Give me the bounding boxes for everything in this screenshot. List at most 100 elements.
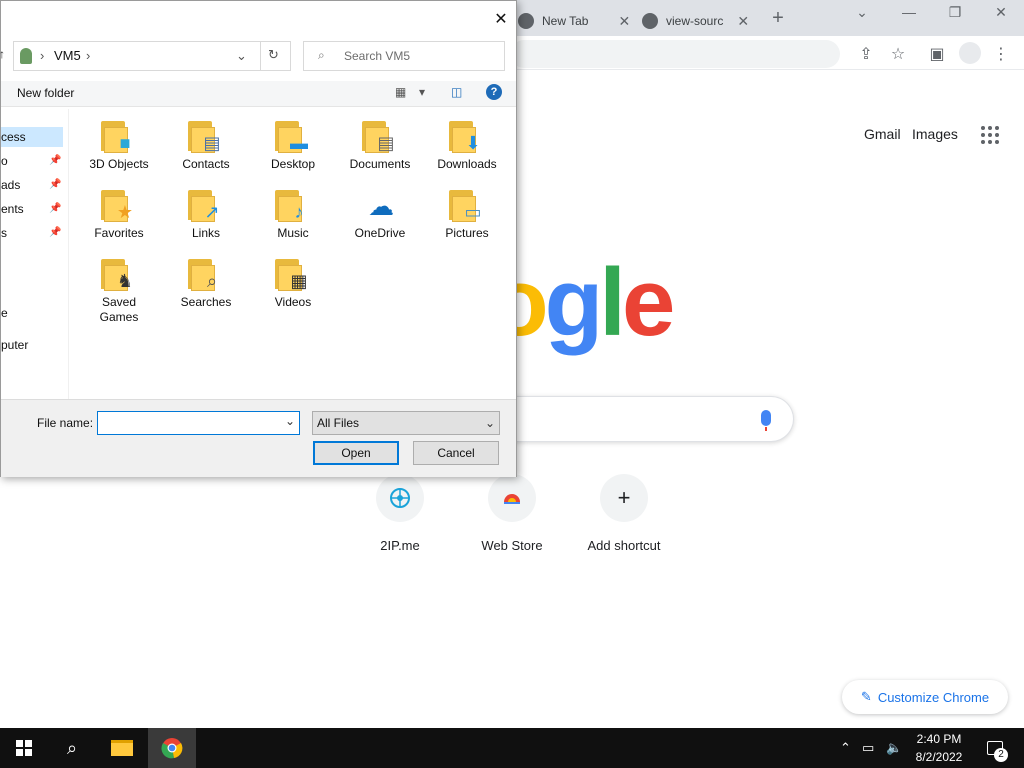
help-icon[interactable]: ? xyxy=(486,84,502,100)
gmail-link[interactable]: Gmail xyxy=(864,126,901,142)
folder-documents[interactable]: ▤ Documents xyxy=(336,113,424,171)
chrome-taskbar-icon[interactable] xyxy=(148,728,196,768)
dialog-footer: File name: ⌄ All Files ⌄ Open Cancel xyxy=(1,399,516,477)
shortcut-add[interactable]: + Add shortcut xyxy=(574,474,674,553)
search-icon[interactable]: ⌕ xyxy=(48,728,96,768)
tab-view-source[interactable]: view-sourc ✕ xyxy=(642,6,749,36)
folder-music[interactable]: ♪ Music xyxy=(249,182,337,240)
user-folder-icon xyxy=(20,48,32,64)
chevron-down-icon[interactable]: ⌄ xyxy=(236,48,247,64)
downloads-folder-icon: ⬇ xyxy=(449,119,485,153)
folder-pictures[interactable]: ▭ Pictures xyxy=(423,182,511,240)
chevron-right-icon: › xyxy=(40,48,45,63)
google-search-box[interactable] xyxy=(490,396,794,442)
view-options-icon[interactable]: ▦ xyxy=(395,85,406,99)
chevron-down-icon[interactable]: ▾ xyxy=(419,85,425,99)
tab-title: view-sourc xyxy=(666,14,724,28)
shortcut-label: Web Store xyxy=(481,538,543,553)
shortcut-web-store[interactable]: Web Store xyxy=(462,474,562,553)
pictures-folder-icon: ▭ xyxy=(449,188,485,222)
dialog-close-button[interactable]: ✕ xyxy=(491,9,511,29)
refresh-icon[interactable]: ↻ xyxy=(268,47,279,63)
nav-desktop[interactable]: o 📌 xyxy=(1,151,63,171)
profile-avatar[interactable] xyxy=(959,42,981,64)
desktop-folder-icon: ▬ xyxy=(275,119,311,153)
tab-new-tab[interactable]: New Tab ✕ xyxy=(518,6,630,36)
share-icon[interactable]: ⇪ xyxy=(856,44,876,64)
globe-icon xyxy=(376,474,424,522)
bookmark-star-icon[interactable]: ☆ xyxy=(888,44,908,64)
folder-desktop[interactable]: ▬ Desktop xyxy=(249,113,337,171)
close-icon[interactable]: ✕ xyxy=(737,13,749,30)
close-window-button[interactable]: ✕ xyxy=(989,4,1013,21)
search-box[interactable]: ⌕ Search VM5 xyxy=(303,41,505,71)
address-bar[interactable] xyxy=(510,40,840,68)
cancel-button[interactable]: Cancel xyxy=(413,441,499,465)
folder-searches[interactable]: ⌕ Searches xyxy=(162,251,250,309)
navigation-pane: cess o 📌 ads 📌 ents 📌 s 📌 e puter xyxy=(1,109,69,399)
file-name-label: File name: xyxy=(37,416,94,430)
documents-folder-icon: ▤ xyxy=(362,119,398,153)
folder-downloads[interactable]: ⬇ Downloads xyxy=(423,113,511,171)
onedrive-cloud-icon: ☁ xyxy=(368,191,394,221)
pin-icon: 📌 xyxy=(49,227,62,238)
file-name-input[interactable]: ⌄ xyxy=(97,411,300,435)
nav-onedrive[interactable]: e xyxy=(1,303,63,323)
start-windows-icon[interactable] xyxy=(0,728,48,768)
folder-videos[interactable]: ▦ Videos xyxy=(249,251,337,309)
nav-documents[interactable]: ents 📌 xyxy=(1,199,63,219)
pencil-icon: ✎ xyxy=(860,689,872,704)
images-link[interactable]: Images xyxy=(912,126,958,142)
preview-pane-icon[interactable]: ◫ xyxy=(451,85,462,99)
nav-this-pc[interactable]: puter xyxy=(1,335,63,355)
search-placeholder: Search VM5 xyxy=(344,49,411,63)
google-logo: ogle xyxy=(490,249,675,356)
taskbar: ⌕ ⌃ ▭ 🔈 2:40 PM 8/2/2022 2 xyxy=(0,728,1024,768)
folder-links[interactable]: ↗ Links xyxy=(162,182,250,240)
chrome-icon xyxy=(642,13,658,29)
chevron-down-icon[interactable]: ⌄ xyxy=(285,414,295,428)
volume-icon[interactable]: 🔈 xyxy=(886,740,902,756)
folder-3d-objects[interactable]: ■ 3D Objects xyxy=(75,113,163,171)
plus-icon: + xyxy=(600,474,648,522)
file-type-filter[interactable]: All Files ⌄ xyxy=(312,411,500,435)
shortcut-label: Add shortcut xyxy=(587,538,661,553)
minimize-button[interactable]: — xyxy=(897,4,921,20)
chevron-up-icon[interactable]: ⌃ xyxy=(840,740,851,756)
folder-onedrive[interactable]: ☁ OneDrive xyxy=(336,182,424,240)
tab-search-icon[interactable]: ⌄ xyxy=(850,4,874,21)
chevron-right-icon: › xyxy=(86,48,91,63)
command-bar: New folder ▦ ▾ ◫ ? xyxy=(1,81,516,107)
searches-folder-icon: ⌕ xyxy=(188,257,224,291)
nav-downloads[interactable]: ads 📌 xyxy=(1,175,63,195)
file-explorer-icon[interactable] xyxy=(98,728,146,768)
pin-icon: 📌 xyxy=(49,179,62,190)
videos-folder-icon: ▦ xyxy=(275,257,311,291)
network-icon[interactable]: ▭ xyxy=(862,740,874,756)
customize-chrome-button[interactable]: ✎ Customize Chrome xyxy=(842,680,1008,714)
nav-pictures[interactable]: s 📌 xyxy=(1,223,63,243)
folder-saved-games[interactable]: ♞ Saved Games xyxy=(75,251,163,325)
address-breadcrumb[interactable]: › VM5 › ⌄ ↻ xyxy=(13,41,291,71)
shortcut-2ip[interactable]: 2IP.me xyxy=(350,474,450,553)
open-button[interactable]: Open xyxy=(313,441,399,465)
notification-center-icon[interactable]: 2 xyxy=(980,728,1010,768)
apps-grid-icon[interactable] xyxy=(981,126,999,144)
folder-contacts[interactable]: ▤ Contacts xyxy=(162,113,250,171)
chevron-down-icon[interactable]: ⌄ xyxy=(485,412,495,434)
side-panel-icon[interactable]: ▣ xyxy=(927,44,947,64)
3d-objects-folder-icon: ■ xyxy=(101,119,137,153)
links-folder-icon: ↗ xyxy=(188,188,224,222)
system-clock[interactable]: 2:40 PM 8/2/2022 xyxy=(912,730,966,766)
new-folder-button[interactable]: New folder xyxy=(17,86,74,100)
breadcrumb-vm5[interactable]: VM5 xyxy=(54,48,81,63)
folder-favorites[interactable]: ★ Favorites xyxy=(75,182,163,240)
pin-icon: 📌 xyxy=(49,203,62,214)
up-arrow-icon[interactable]: ↑ xyxy=(0,47,5,61)
restore-button[interactable]: ❐ xyxy=(943,4,967,21)
close-icon[interactable]: ✕ xyxy=(618,13,630,30)
more-menu-icon[interactable]: ⋮ xyxy=(991,44,1011,64)
microphone-icon[interactable] xyxy=(761,410,771,431)
new-tab-button[interactable]: + xyxy=(766,6,790,30)
nav-quick-access[interactable]: cess xyxy=(1,127,63,147)
